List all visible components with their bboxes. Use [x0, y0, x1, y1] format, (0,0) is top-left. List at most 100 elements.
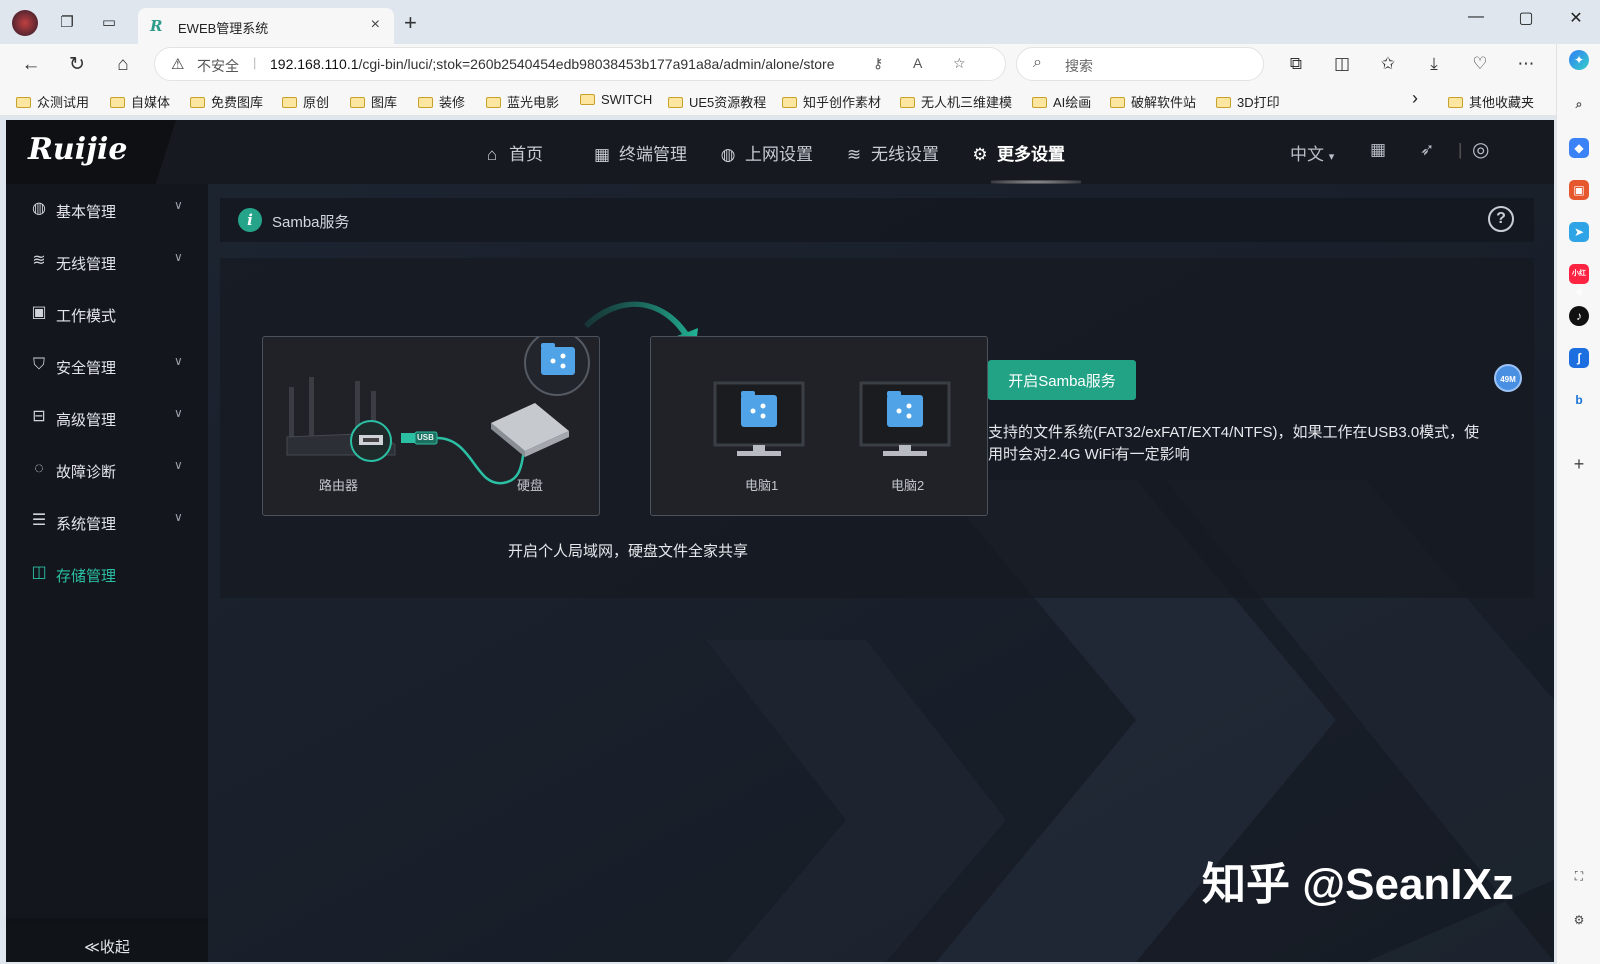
- folder-icon: [1216, 97, 1231, 108]
- wifi-icon: ≋: [32, 252, 46, 269]
- search-icon: ⌕: [1033, 54, 1042, 71]
- add-sidebar-icon[interactable]: +: [1569, 454, 1589, 474]
- chevron-down-icon: ∨: [174, 250, 183, 264]
- url-text[interactable]: 192.168.110.1/cgi-bin/luci/;stok=260b254…: [270, 56, 835, 72]
- nav-internet-settings[interactable]: ◍ 上网设置: [718, 140, 813, 165]
- security-label[interactable]: 不安全: [197, 56, 239, 76]
- tab-actions-icon[interactable]: ▭: [98, 12, 120, 34]
- help-icon[interactable]: ?: [1488, 206, 1514, 232]
- language-selector[interactable]: 中文 ▾: [1290, 140, 1334, 165]
- sidebar-item-basic-management[interactable]: ◍ 基本管理 ∨: [6, 190, 208, 230]
- folder-icon: [782, 97, 797, 108]
- favorites-icon[interactable]: ✩: [1376, 54, 1400, 74]
- memory-badge[interactable]: 49M: [1494, 364, 1522, 392]
- sidebar-item-advanced-management[interactable]: ⊟ 高级管理 ∨: [6, 398, 208, 438]
- address-bar[interactable]: ⚠ 不安全 | 192.168.110.1/cgi-bin/luci/;stok…: [154, 47, 1006, 81]
- read-aloud-icon[interactable]: A: [913, 55, 922, 71]
- bookmark-item[interactable]: 众测试用: [16, 92, 89, 111]
- samba-panel: USB 路由器 硬盘 电脑1 电脑2 开启个人局域网，硬盘文件全家共享 开启Sa…: [220, 258, 1534, 598]
- minimize-icon[interactable]: —: [1456, 8, 1496, 26]
- zhihu-watermark: 知乎 @SeanIXz: [1202, 860, 1514, 909]
- copilot-icon[interactable]: ✦: [1569, 50, 1589, 70]
- xiaohongshu-icon[interactable]: 小红书: [1569, 264, 1589, 297]
- apps-grid-icon[interactable]: ▦: [1370, 140, 1386, 160]
- extensions-icon[interactable]: ⧉: [1284, 54, 1308, 74]
- bookmark-item[interactable]: 无人机三维建模: [900, 92, 1012, 111]
- bookmark-item[interactable]: 破解软件站: [1110, 92, 1196, 111]
- telegram-icon[interactable]: ➤: [1569, 222, 1589, 242]
- settings-gear-icon[interactable]: ⚙: [1569, 910, 1589, 930]
- close-window-icon[interactable]: ✕: [1556, 8, 1596, 28]
- info-icon: i: [238, 208, 262, 232]
- pc2-label: 电脑2: [891, 478, 925, 493]
- sidebar-item-wireless-management[interactable]: ≋ 无线管理 ∨: [6, 242, 208, 282]
- search-icon[interactable]: ⌕: [1569, 94, 1589, 114]
- nav-home[interactable]: ⌂ 首页: [482, 140, 543, 165]
- warning-icon[interactable]: ⚠: [171, 55, 184, 73]
- edge-sidebar: ✦ ⌕ ◆ ▣ ➤ 小红书 ♪ ʃ b + ⛶ ⚙: [1556, 44, 1600, 964]
- bookmark-item[interactable]: 装修: [418, 92, 465, 111]
- nav-terminal-management[interactable]: ▦ 终端管理: [592, 140, 687, 165]
- collapse-sidebar-button[interactable]: ≪收起: [6, 926, 208, 962]
- folder-icon: [580, 94, 595, 105]
- url-host: 192.168.110.1: [270, 56, 359, 72]
- nav-wireless-settings[interactable]: ≋ 无线设置: [844, 140, 939, 165]
- nav-divider: |: [1458, 140, 1463, 159]
- bookmark-item[interactable]: 知乎创作素材: [782, 92, 881, 111]
- password-key-icon[interactable]: ⚷: [873, 55, 883, 72]
- folder-icon: [1032, 97, 1047, 108]
- maximize-icon[interactable]: ▢: [1506, 8, 1546, 28]
- ruijie-logo[interactable]: Ruijie: [28, 132, 127, 167]
- rocket-icon[interactable]: ➶: [1420, 140, 1434, 160]
- shield-icon: ⛉: [32, 356, 45, 373]
- bookmark-item[interactable]: 图库: [350, 92, 397, 111]
- more-menu-icon[interactable]: ⋯: [1514, 54, 1538, 74]
- enable-samba-button[interactable]: 开启Samba服务: [988, 360, 1136, 400]
- folder-icon: [900, 97, 915, 108]
- sidebar-item-work-mode[interactable]: ▣ 工作模式: [6, 294, 208, 334]
- sidebar-item-fault-diagnosis[interactable]: ◌ 故障诊断 ∨: [6, 450, 208, 490]
- refresh-icon[interactable]: ↻: [64, 52, 90, 78]
- sidebar-item-storage-management[interactable]: ◫ 存储管理: [6, 554, 208, 594]
- other-bookmarks[interactable]: 其他收藏夹: [1448, 92, 1534, 111]
- bookmark-item[interactable]: AI绘画: [1032, 92, 1091, 111]
- collections-icon[interactable]: ❐: [56, 12, 78, 34]
- nav-more-settings[interactable]: ⚙ 更多设置: [970, 140, 1065, 165]
- tiktok-icon[interactable]: ♪: [1569, 306, 1589, 326]
- profile-avatar-icon[interactable]: [12, 10, 38, 36]
- app-blue-icon[interactable]: ʃ: [1569, 348, 1589, 368]
- bookmark-item[interactable]: 自媒体: [110, 92, 170, 111]
- downloads-icon[interactable]: ⤓: [1422, 54, 1446, 74]
- new-tab-button[interactable]: +: [404, 10, 417, 36]
- home-icon[interactable]: ⌂: [110, 52, 136, 78]
- pc-illustration: [713, 381, 951, 456]
- active-nav-indicator: [991, 180, 1081, 184]
- tab-close-icon[interactable]: ×: [371, 16, 380, 34]
- bookmark-item[interactable]: 3D打印: [1216, 92, 1280, 111]
- tab-title: EWEB管理系统: [178, 21, 269, 36]
- sidebar-item-system-management[interactable]: ☰ 系统管理 ∨: [6, 502, 208, 542]
- storage-icon: ◫: [31, 564, 47, 581]
- screenshot-icon[interactable]: ⛶: [1569, 866, 1589, 886]
- bing-icon[interactable]: b: [1569, 390, 1589, 410]
- bookmarks-overflow-icon[interactable]: ›: [1412, 88, 1418, 109]
- user-account-icon[interactable]: ◎: [1472, 137, 1489, 162]
- shopping-tag-icon[interactable]: ◆: [1569, 138, 1589, 158]
- browser-tab[interactable]: R EWEB管理系统 ×: [138, 8, 394, 44]
- split-screen-icon[interactable]: ◫: [1330, 54, 1354, 74]
- bookmark-item[interactable]: SWITCH: [580, 92, 652, 107]
- toolbox-icon[interactable]: ▣: [1569, 180, 1589, 200]
- favorite-star-icon[interactable]: ☆: [953, 55, 966, 72]
- browser-essentials-icon[interactable]: ♡: [1468, 54, 1492, 74]
- folder-icon: [110, 97, 125, 108]
- bookmark-item[interactable]: 蓝光电影: [486, 92, 559, 111]
- search-box[interactable]: ⌕ 搜索: [1016, 47, 1264, 81]
- back-icon[interactable]: ←: [18, 52, 44, 78]
- router-disk-card: USB 路由器 硬盘: [262, 336, 600, 516]
- sidebar-item-security-management[interactable]: ⛉ 安全管理 ∨: [6, 346, 208, 386]
- bookmark-item[interactable]: UE5资源教程: [668, 92, 766, 111]
- chevron-down-icon: ∨: [174, 354, 183, 368]
- folder-icon: [282, 97, 297, 108]
- bookmark-item[interactable]: 原创: [282, 92, 329, 111]
- bookmark-item[interactable]: 免费图库: [190, 92, 263, 111]
